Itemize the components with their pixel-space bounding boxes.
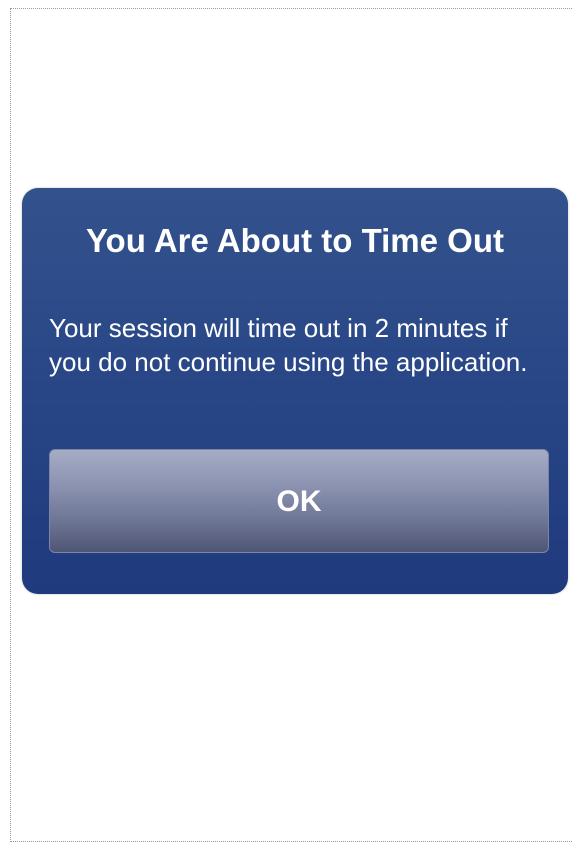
- timeout-dialog: You Are About to Time Out Your session w…: [22, 188, 568, 594]
- ok-button[interactable]: OK: [49, 449, 549, 553]
- dialog-message: Your session will time out in 2 minutes …: [49, 313, 528, 377]
- dialog-title: You Are About to Time Out: [86, 222, 504, 259]
